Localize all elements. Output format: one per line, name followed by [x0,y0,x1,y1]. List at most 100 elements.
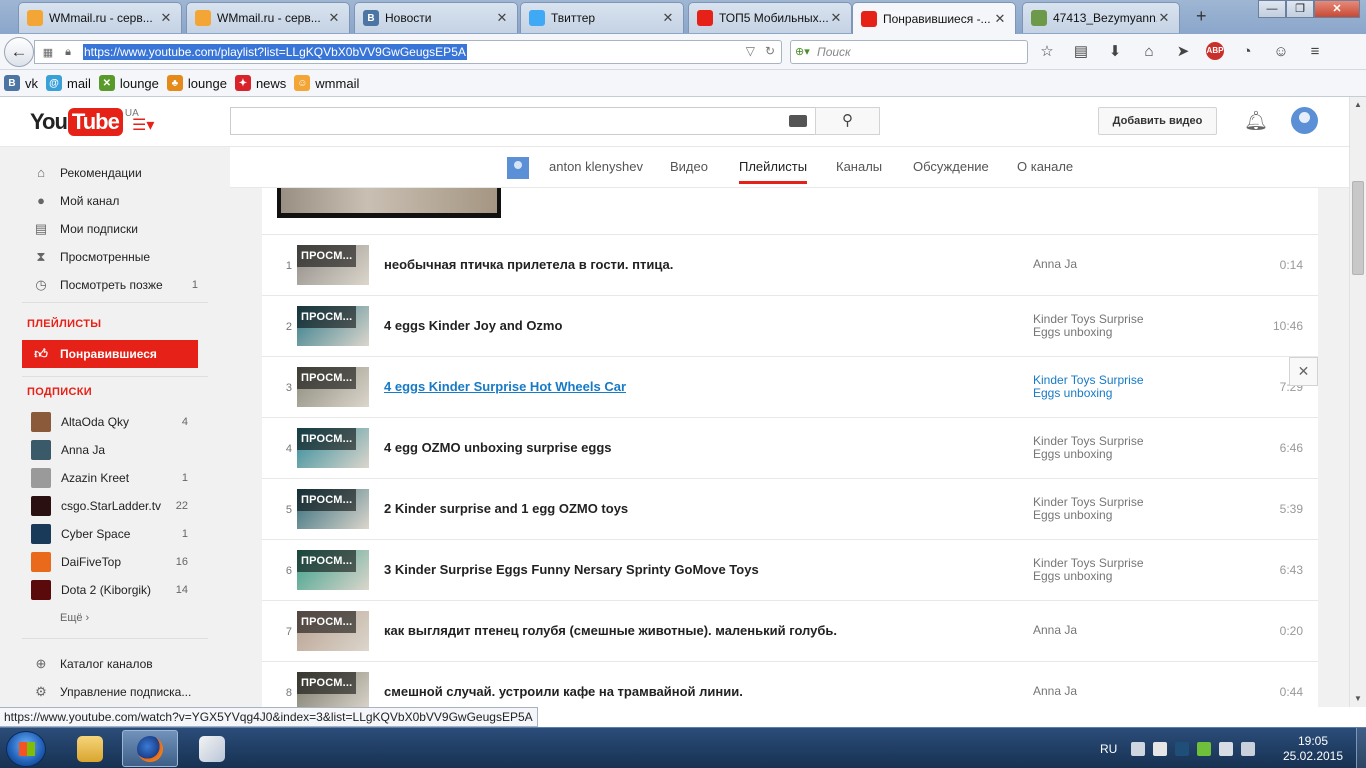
bookmark-item[interactable]: ✦ news [234,75,286,91]
sidebar-item-plus-circle[interactable]: ⊕ Каталог каналов [22,650,198,678]
tab-close-icon[interactable]: ✕ [829,10,843,26]
account-avatar[interactable] [1291,107,1318,134]
video-owner-link[interactable]: Kinder Toys Surprise Eggs unboxing [1033,557,1173,583]
language-indicator[interactable]: RU [1100,742,1117,756]
channel-tab[interactable]: Видео [670,159,708,174]
video-title-link[interactable]: смешной случай. устроили кафе на трамвай… [384,684,1004,699]
keyboard-icon[interactable] [789,115,807,127]
adblock-icon[interactable]: ABP [1206,42,1224,60]
youtube-search-button[interactable]: ⚲ [815,107,880,135]
start-button[interactable] [6,731,46,767]
channel-avatar[interactable] [507,157,529,179]
youtube-search-input[interactable] [230,107,816,135]
sidebar-item-liked[interactable]: 👍︎ Понравившиеся [22,340,198,368]
notifications-bell-icon[interactable]: 🔔︎ [1244,109,1268,133]
tab-close-icon[interactable]: ✕ [661,10,675,26]
video-thumbnail[interactable]: ПРОСМ... [297,672,369,707]
volume-icon[interactable] [1153,741,1168,756]
video-thumbnail[interactable]: ПРОСМ... [297,550,369,590]
tab-close-icon[interactable]: ✕ [159,10,173,26]
video-owner-link[interactable]: Anna Ja [1033,624,1173,637]
scroll-up-arrow-icon[interactable]: ▲ [1350,97,1366,113]
video-title-link[interactable]: как выглядит птенец голубя (смешные живо… [384,623,1004,638]
search-engine-icon[interactable]: ⊕▾ [795,45,813,59]
bookmark-item[interactable]: Bvk [4,75,38,91]
url-text[interactable]: https://www.youtube.com/playlist?list=LL… [83,44,467,60]
video-thumbnail[interactable]: ПРОСМ... [297,611,369,651]
identity-icon[interactable]: ▦ [41,45,55,59]
browser-tab[interactable]: B Новости ✕ [354,2,518,33]
subscription-item[interactable]: DaiFiveTop 16 [22,548,198,576]
history-icon[interactable]: ◔ [1236,42,1258,62]
page-scrollbar[interactable]: ▲ ▼ [1349,97,1366,707]
firefox-taskbar-button[interactable] [122,730,178,767]
browser-tab[interactable]: WMmail.ru - серв... ✕ [18,2,182,33]
video-owner-link[interactable]: Kinder Toys Surprise Eggs unboxing [1033,435,1173,461]
search-bar[interactable]: ⊕▾ Поиск [790,40,1028,64]
scroll-down-arrow-icon[interactable]: ▼ [1350,691,1366,707]
playlist-header-thumbnail[interactable] [277,188,501,218]
video-thumbnail[interactable]: ПРОСМ... [297,428,369,468]
lock-icon[interactable]: 🔒︎ [61,45,75,59]
tray-app-icon[interactable] [1197,741,1212,756]
subscription-item[interactable]: AltaOda Qky 4 [22,408,198,436]
battery-icon[interactable] [1241,741,1256,756]
playlist-row[interactable]: 1 ПРОСМ... необычная птичка прилетела в го… [262,234,1318,295]
url-bar[interactable]: ▦ 🔒︎ https://www.youtube.com/playlist?li… [34,40,782,64]
new-tab-button[interactable]: + [1196,6,1207,27]
video-owner-link[interactable]: Kinder Toys Surprise Eggs unboxing [1033,374,1173,400]
subscription-item[interactable]: Dota 2 (Kiborgik) 14 [22,576,198,604]
subscription-item[interactable]: csgo.StarLadder.tv 22 [22,492,198,520]
guide-menu-icon[interactable]: ☰▾ [132,115,154,135]
playlist-row[interactable]: 8 ПРОСМ... смешной случай. устроили кафе н… [262,661,1318,707]
sidebar-item-home[interactable]: ⌂ Рекомендации [22,159,198,187]
tab-close-icon[interactable]: ✕ [1157,10,1171,26]
sidebar-item-subscriptions[interactable]: ▤ Мои подписки [22,215,198,243]
subscription-item[interactable]: Cyber Space 1 [22,520,198,548]
back-button[interactable]: ← [4,37,34,67]
video-owner-link[interactable]: Kinder Toys Surprise Eggs unboxing [1033,496,1173,522]
video-thumbnail[interactable]: ПРОСМ... [297,489,369,529]
send-icon[interactable]: ➤ [1172,42,1194,62]
clock[interactable]: 19:05 25.02.2015 [1282,734,1344,764]
scrollbar-thumb[interactable] [1352,181,1364,275]
channel-tab[interactable]: Обсуждение [913,159,989,174]
video-thumbnail[interactable]: ПРОСМ... [297,306,369,346]
subscription-item[interactable]: Anna Ja [22,436,198,464]
subscription-item[interactable]: Azazin Kreet 1 [22,464,198,492]
reload-icon[interactable]: ↻ [765,44,775,58]
show-hidden-icons-icon[interactable] [1131,741,1146,756]
dropdown-arrow-icon[interactable]: ▽ [746,44,755,58]
minimize-button[interactable]: — [1258,0,1286,18]
bookmarks-menu-icon[interactable]: ▤ [1070,42,1092,62]
video-thumbnail[interactable]: ПРОСМ... [297,245,369,285]
network-icon[interactable] [1219,741,1234,756]
playlist-row[interactable]: 3 ПРОСМ... 4 eggs Kinder Surprise Hot Whee… [262,356,1318,417]
channel-tab[interactable]: Плейлисты [739,159,808,184]
video-title-link[interactable]: 2 Kinder surprise and 1 egg OZMO toys [384,501,1004,516]
smiley-icon[interactable]: ☺ [1270,42,1292,62]
maximize-button[interactable]: ❐ [1286,0,1314,18]
home-icon[interactable]: ⌂ [1138,42,1160,62]
playlist-row[interactable]: 5 ПРОСМ... 2 Kinder surprise and 1 egg OZM… [262,478,1318,539]
video-title-link[interactable]: необычная птичка прилетела в гости. птиц… [384,257,1004,272]
video-title-link[interactable]: 4 egg OZMO unboxing surprise eggs [384,440,1004,455]
tab-close-icon[interactable]: ✕ [327,10,341,26]
steam-icon[interactable] [1175,741,1190,756]
browser-tab[interactable]: Твиттер ✕ [520,2,684,33]
video-title-link[interactable]: 3 Kinder Surprise Eggs Funny Nersary Spr… [384,562,1004,577]
bookmark-star-icon[interactable]: ☆ [1036,42,1058,62]
playlist-row[interactable]: 6 ПРОСМ... 3 Kinder Surprise Eggs Funny Ne… [262,539,1318,600]
browser-tab[interactable]: Понравившиеся -... ✕ [852,2,1016,34]
menu-icon[interactable]: ≡ [1304,42,1326,62]
browser-tab[interactable]: 47413_Bezymyann... ✕ [1022,2,1180,33]
download-icon[interactable]: ⬇ [1104,42,1126,62]
more-subscriptions-link[interactable]: Ещё › [22,604,198,632]
bookmark-item[interactable]: @ mail [46,75,91,91]
show-desktop-button[interactable] [1356,728,1366,768]
youtube-logo[interactable]: You Tube UA [30,108,139,136]
sidebar-item-history[interactable]: ⧗ Просмотренные [22,243,198,271]
channel-tab[interactable]: Каналы [836,159,882,174]
video-owner-link[interactable]: Anna Ja [1033,685,1173,698]
bookmark-item[interactable]: ☺ wmmail [294,75,359,91]
